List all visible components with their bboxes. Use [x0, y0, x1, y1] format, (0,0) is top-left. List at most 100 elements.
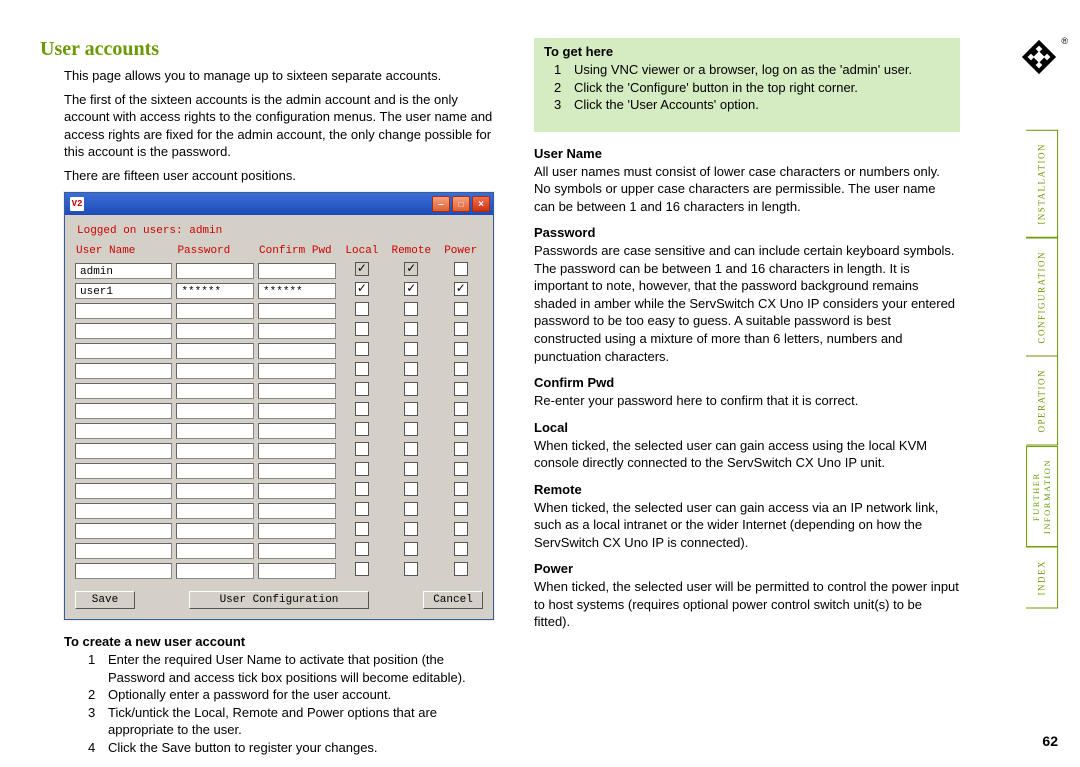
- remote-checkbox[interactable]: [404, 442, 418, 456]
- username-input[interactable]: [75, 383, 172, 399]
- power-checkbox[interactable]: [454, 482, 468, 496]
- local-checkbox[interactable]: [355, 402, 369, 416]
- confirm-input[interactable]: [258, 563, 336, 579]
- password-input[interactable]: [176, 323, 254, 339]
- confirm-input[interactable]: [258, 423, 336, 439]
- confirm-input[interactable]: [258, 443, 336, 459]
- power-checkbox[interactable]: [454, 542, 468, 556]
- power-checkbox[interactable]: [454, 442, 468, 456]
- password-input[interactable]: [176, 543, 254, 559]
- username-input[interactable]: admin: [75, 263, 172, 279]
- local-checkbox[interactable]: [355, 362, 369, 376]
- local-checkbox[interactable]: [355, 562, 369, 576]
- power-checkbox[interactable]: [454, 262, 468, 276]
- local-checkbox[interactable]: [355, 322, 369, 336]
- power-checkbox[interactable]: [454, 302, 468, 316]
- username-input[interactable]: [75, 423, 172, 439]
- username-input[interactable]: [75, 523, 172, 539]
- power-checkbox[interactable]: [454, 462, 468, 476]
- confirm-input[interactable]: [258, 523, 336, 539]
- side-tab-configuration[interactable]: CONFIGURATION: [1026, 238, 1058, 357]
- remote-checkbox[interactable]: [404, 342, 418, 356]
- local-checkbox[interactable]: [355, 342, 369, 356]
- power-checkbox[interactable]: [454, 502, 468, 516]
- username-input[interactable]: [75, 563, 172, 579]
- password-input[interactable]: [176, 363, 254, 379]
- confirm-input[interactable]: [258, 303, 336, 319]
- remote-checkbox[interactable]: [404, 302, 418, 316]
- power-checkbox[interactable]: [454, 322, 468, 336]
- power-checkbox[interactable]: [454, 282, 468, 296]
- username-input[interactable]: [75, 543, 172, 559]
- power-checkbox[interactable]: [454, 362, 468, 376]
- password-input[interactable]: ******: [176, 283, 254, 299]
- side-tab-installation[interactable]: INSTALLATION: [1026, 130, 1058, 238]
- password-input[interactable]: [176, 303, 254, 319]
- confirm-input[interactable]: [258, 343, 336, 359]
- remote-checkbox[interactable]: [404, 462, 418, 476]
- minimize-button[interactable]: [432, 196, 450, 212]
- password-input[interactable]: [176, 263, 254, 279]
- confirm-input[interactable]: [258, 483, 336, 499]
- username-input[interactable]: [75, 463, 172, 479]
- cancel-button[interactable]: Cancel: [423, 591, 483, 609]
- username-input[interactable]: [75, 403, 172, 419]
- confirm-input[interactable]: ******: [258, 283, 336, 299]
- username-input[interactable]: [75, 363, 172, 379]
- confirm-input[interactable]: [258, 323, 336, 339]
- username-input[interactable]: [75, 343, 172, 359]
- username-input[interactable]: [75, 443, 172, 459]
- remote-checkbox[interactable]: [404, 382, 418, 396]
- power-checkbox[interactable]: [454, 562, 468, 576]
- local-checkbox[interactable]: [355, 442, 369, 456]
- remote-checkbox[interactable]: [404, 362, 418, 376]
- username-input[interactable]: [75, 483, 172, 499]
- remote-checkbox[interactable]: [404, 522, 418, 536]
- password-input[interactable]: [176, 423, 254, 439]
- username-input[interactable]: [75, 323, 172, 339]
- save-button[interactable]: Save: [75, 591, 135, 609]
- power-checkbox[interactable]: [454, 382, 468, 396]
- username-input[interactable]: [75, 503, 172, 519]
- confirm-input[interactable]: [258, 543, 336, 559]
- maximize-button[interactable]: [452, 196, 470, 212]
- password-input[interactable]: [176, 403, 254, 419]
- username-input[interactable]: [75, 303, 172, 319]
- local-checkbox[interactable]: [355, 482, 369, 496]
- remote-checkbox[interactable]: [404, 542, 418, 556]
- remote-checkbox[interactable]: [404, 502, 418, 516]
- remote-checkbox[interactable]: [404, 322, 418, 336]
- password-input[interactable]: [176, 483, 254, 499]
- password-input[interactable]: [176, 383, 254, 399]
- confirm-input[interactable]: [258, 383, 336, 399]
- local-checkbox[interactable]: [355, 502, 369, 516]
- username-input[interactable]: user1: [75, 283, 172, 299]
- close-button[interactable]: [472, 196, 490, 212]
- side-tab-index[interactable]: INDEX: [1026, 547, 1058, 609]
- local-checkbox[interactable]: [355, 302, 369, 316]
- password-input[interactable]: [176, 343, 254, 359]
- power-checkbox[interactable]: [454, 402, 468, 416]
- confirm-input[interactable]: [258, 363, 336, 379]
- remote-checkbox[interactable]: [404, 482, 418, 496]
- password-input[interactable]: [176, 523, 254, 539]
- password-input[interactable]: [176, 443, 254, 459]
- confirm-input[interactable]: [258, 503, 336, 519]
- password-input[interactable]: [176, 463, 254, 479]
- local-checkbox[interactable]: [355, 282, 369, 296]
- local-checkbox[interactable]: [355, 522, 369, 536]
- local-checkbox[interactable]: [355, 462, 369, 476]
- local-checkbox[interactable]: [355, 542, 369, 556]
- local-checkbox[interactable]: [355, 382, 369, 396]
- password-input[interactable]: [176, 563, 254, 579]
- confirm-input[interactable]: [258, 403, 336, 419]
- confirm-input[interactable]: [258, 263, 336, 279]
- remote-checkbox[interactable]: [404, 422, 418, 436]
- power-checkbox[interactable]: [454, 342, 468, 356]
- remote-checkbox[interactable]: [404, 402, 418, 416]
- power-checkbox[interactable]: [454, 522, 468, 536]
- local-checkbox[interactable]: [355, 422, 369, 436]
- side-tab-operation[interactable]: OPERATION: [1026, 356, 1058, 446]
- remote-checkbox[interactable]: [404, 562, 418, 576]
- power-checkbox[interactable]: [454, 422, 468, 436]
